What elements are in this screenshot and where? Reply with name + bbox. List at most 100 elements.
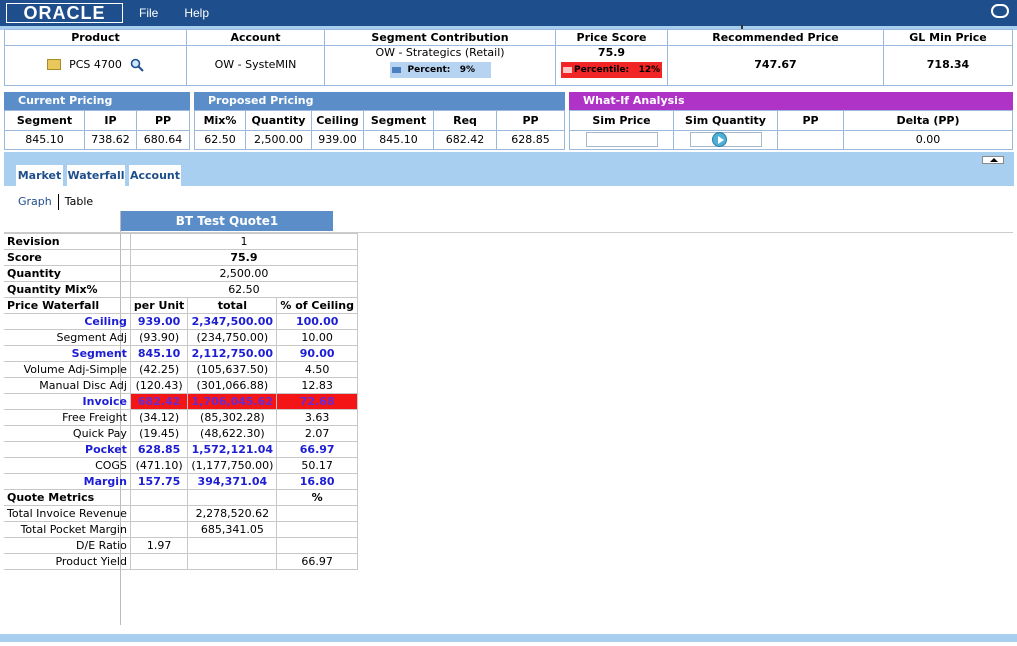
metrics-header-row: Quote Metrics% — [4, 489, 358, 506]
row-label: Total Invoice Revenue — [4, 505, 131, 522]
row-total: 1,572,121.04 — [187, 441, 278, 458]
row-label: Segment Adj — [4, 329, 131, 346]
current-pricing-table: Segment IP PP 845.10 738.62 680.64 — [4, 110, 190, 150]
table-row: Pocket 628.85 1,572,121.04 66.97 — [4, 441, 358, 458]
proposed-ceiling-value: 939.00 — [311, 129, 364, 150]
waterfall-header-row: Price Waterfall per Unit total% of Ceiling — [4, 297, 358, 314]
row-value: 2,500.00 — [129, 265, 358, 282]
proposed-pricing-title: Proposed Pricing — [194, 92, 565, 110]
table-row: COGS (471.10) (1,177,750.00) 50.17 — [4, 457, 358, 474]
row-pct: 66.97 — [276, 553, 358, 570]
waterfall-header: Price Waterfall — [4, 297, 131, 314]
table-row: Free Freight (34.12) (85,302.28) 3.63 — [4, 409, 358, 426]
row-pct: 2.07 — [276, 425, 358, 442]
row-total: (85,302.28) — [187, 409, 278, 426]
metrics-pct-header: % — [276, 489, 358, 506]
row-total: (105,637.50) — [187, 361, 278, 378]
recommended-price-value: 747.67 — [754, 58, 797, 71]
account-header: Account — [187, 30, 324, 46]
delta-pp-header: Delta (PP) — [843, 110, 1013, 131]
row-per-unit: 939.00 — [129, 313, 189, 330]
row-per-unit: 845.10 — [129, 345, 189, 362]
proposed-req-header: Req — [433, 110, 497, 131]
tab-account[interactable]: Account — [129, 165, 181, 186]
product-name: PCS 4700 — [69, 58, 122, 71]
price-score-column: Price Score 75.9 Percentile: 12% — [556, 30, 668, 86]
row-value: 62.50 — [129, 281, 358, 298]
row-pct: 3.63 — [276, 409, 358, 426]
oracle-logo: ORACLE — [6, 3, 123, 23]
summary-panel: Product PCS 4700 Account OW - SysteMIN S… — [4, 29, 1013, 86]
row-label: Manual Disc Adj — [4, 377, 131, 394]
row-per-unit: (34.12) — [129, 409, 189, 426]
row-label: Pocket — [4, 441, 131, 458]
row-pct: 10.00 — [276, 329, 358, 346]
row-per-unit — [129, 521, 189, 538]
tab-waterfall[interactable]: Waterfall — [67, 165, 125, 186]
row-total — [187, 537, 278, 554]
proposed-mix-value: 62.50 — [194, 129, 246, 150]
chat-bubble-icon[interactable] — [991, 4, 1009, 18]
row-pct: 4.50 — [276, 361, 358, 378]
menu-file[interactable]: File — [139, 6, 158, 20]
proposed-mix-header: Mix% — [194, 110, 246, 131]
menu-help[interactable]: Help — [184, 6, 209, 20]
sim-price-input[interactable] — [585, 132, 658, 148]
proposed-quantity-header: Quantity — [245, 110, 312, 131]
folder-icon[interactable] — [47, 58, 62, 70]
row-label: Volume Adj-Simple — [4, 361, 131, 378]
row-label: Quantity — [4, 265, 131, 282]
row-label: Score — [4, 249, 131, 266]
current-ip-value: 738.62 — [84, 129, 137, 150]
row-total — [187, 553, 278, 570]
row-per-unit: (120.43) — [129, 377, 189, 394]
segment-column: Segment Contribution OW - Strategics (Re… — [325, 30, 556, 86]
table-row: Segment 845.10 2,112,750.00 90.00 — [4, 345, 358, 362]
table-row: D/E Ratio 1.97 — [4, 537, 358, 554]
table-row: Invoice 682.42 1,706,045.62 72.68 — [4, 393, 358, 410]
row-per-unit: (42.25) — [129, 361, 189, 378]
row-total: 2,347,500.00 — [187, 313, 278, 330]
row-total: 394,371.04 — [187, 473, 278, 490]
graph-link[interactable]: Graph — [18, 195, 52, 208]
row-label: Margin — [4, 473, 131, 490]
table-link[interactable]: Table — [65, 195, 93, 208]
row-total: 2,278,520.62 — [187, 505, 278, 522]
table-row: Score 75.9 — [4, 249, 358, 266]
proposed-ceiling-header: Ceiling — [311, 110, 364, 131]
percentile-badge: Percentile: 12% — [561, 62, 662, 78]
row-pct: 90.00 — [276, 345, 358, 362]
collapse-up-icon[interactable] — [982, 156, 1004, 164]
pct-ceiling-header: % of Ceiling — [276, 297, 358, 314]
metrics-header-blank — [129, 489, 189, 506]
search-icon[interactable] — [130, 58, 144, 72]
price-score-value: 75.9 — [597, 46, 626, 59]
tab-market[interactable]: Market — [16, 165, 63, 186]
table-row: Quick Pay (19.45) (48,622.30) 2.07 — [4, 425, 358, 442]
proposed-pp-value: 628.85 — [496, 129, 565, 150]
row-per-unit — [129, 505, 189, 522]
row-label: Total Pocket Margin — [4, 521, 131, 538]
quote-title: BT Test Quote1 — [121, 211, 333, 231]
table-row: Quantity 2,500.00 — [4, 265, 358, 282]
whatif-pp-header: PP — [777, 110, 844, 131]
row-per-unit — [129, 553, 189, 570]
row-pct: 12.83 — [276, 377, 358, 394]
segment-header: Segment Contribution — [325, 30, 555, 46]
proposed-segment-header: Segment — [363, 110, 434, 131]
view-switch: Graph Table — [18, 194, 93, 210]
current-ip-header: IP — [84, 110, 137, 131]
table-row: Quantity Mix% 62.50 — [4, 281, 358, 298]
table-row: Product Yield 66.97 — [4, 553, 358, 570]
row-per-unit: 682.42 — [129, 393, 189, 410]
row-per-unit: (19.45) — [129, 425, 189, 442]
row-pct — [276, 521, 358, 538]
row-label: Segment — [4, 345, 131, 362]
row-total: 2,112,750.00 — [187, 345, 278, 362]
current-pp-header: PP — [136, 110, 190, 131]
row-total: (48,622.30) — [187, 425, 278, 442]
row-per-unit: 628.85 — [129, 441, 189, 458]
price-score-header: Price Score — [556, 30, 667, 46]
table-row: Revision 1 — [4, 233, 358, 250]
row-label: D/E Ratio — [4, 537, 131, 554]
